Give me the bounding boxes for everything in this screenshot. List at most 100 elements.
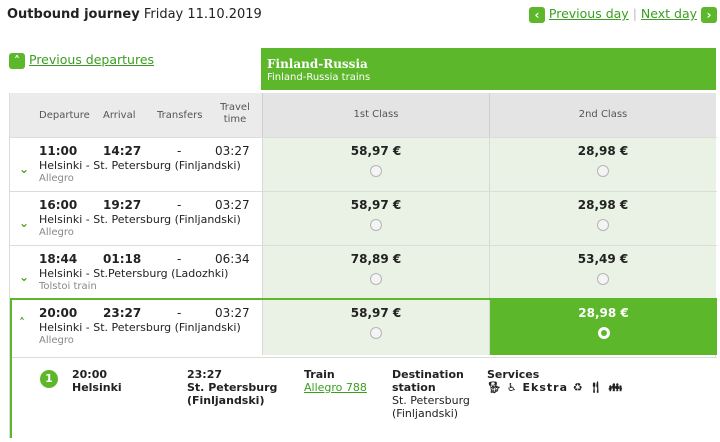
radio-2nd-class[interactable]: [597, 219, 609, 231]
departures-table: Departure Arrival Transfers Travel time …: [9, 93, 717, 438]
chevron-up-icon[interactable]: ˄: [9, 52, 25, 69]
col-travel-time: Travel time: [220, 102, 250, 125]
radio-1st-class[interactable]: [370, 327, 382, 339]
train-label: Train: [304, 368, 335, 381]
journey-cell[interactable]: ⌄ 16:00 19:27 - 03:27 Helsinki - St. Pet…: [10, 192, 262, 245]
price-value: 58,97 €: [350, 198, 402, 212]
chevron-up-icon[interactable]: ˄: [19, 316, 25, 330]
selected-departure: ˄ 20:00 23:27 - 03:27 Helsinki - St. Pet…: [10, 298, 717, 438]
departure-time: 16:00: [39, 198, 78, 212]
chevron-down-icon[interactable]: ⌄: [19, 270, 29, 284]
page-title: Outbound journey Friday 11.10.2019: [7, 7, 262, 22]
price-2nd-class[interactable]: 28,98 €: [489, 192, 716, 245]
price-value: 28,98 €: [578, 306, 629, 320]
route: Helsinki - St. Petersburg (Finljandski): [39, 159, 241, 172]
leg-departure: 20:00 Helsinki: [72, 368, 122, 394]
col-transfers: Transfers: [157, 110, 203, 121]
price-2nd-class-selected[interactable]: 28,98 €: [489, 300, 717, 355]
train-name: Tolstoi train: [39, 281, 97, 292]
banner-title: Finland-Russia: [267, 57, 368, 71]
family-icon: 👪︎: [608, 381, 624, 394]
divider: |: [632, 6, 637, 21]
leg-departure-time: 20:00: [72, 368, 108, 381]
travel-time: 03:27: [215, 198, 250, 212]
previous-departures[interactable]: ˄ Previous departures: [9, 52, 154, 69]
travel-time: 03:27: [215, 306, 250, 320]
price-1st-class[interactable]: 58,97 €: [262, 300, 489, 355]
journey-title: Outbound journey: [7, 7, 140, 22]
route: Helsinki - St. Petersburg (Finljandski): [39, 321, 241, 334]
departure-time: 20:00: [39, 306, 78, 320]
price-value: 78,89 €: [350, 252, 402, 266]
journey-cell[interactable]: ⌄ 18:44 01:18 - 06:34 Helsinki - St.Pete…: [10, 246, 262, 299]
arrival-time: 23:27: [103, 306, 142, 320]
leg-arrival-time: 23:27: [187, 368, 223, 381]
price-1st-class[interactable]: 58,97 €: [262, 192, 489, 245]
train-name: Allegro: [39, 173, 74, 184]
radio-1st-class[interactable]: [370, 273, 382, 285]
col-first-class: 1st Class: [353, 109, 399, 120]
departure-time: 18:44: [39, 252, 78, 266]
price-1st-class[interactable]: 78,89 €: [262, 246, 489, 299]
travel-time: 06:34: [215, 252, 250, 266]
price-value: 58,97 €: [350, 306, 402, 320]
destination-label: Destination station: [392, 368, 464, 394]
chevron-down-icon[interactable]: ⌄: [19, 162, 29, 176]
arrival-time: 01:18: [103, 252, 142, 266]
leg-destination: Destination station St. Petersburg (Finl…: [392, 368, 487, 420]
journey-date: Friday 11.10.2019: [143, 7, 262, 22]
journey-cell[interactable]: ˄ 20:00 23:27 - 03:27 Helsinki - St. Pet…: [12, 300, 262, 355]
wheelchair-icon: ♿︎: [506, 381, 518, 394]
route: Helsinki - St.Petersburg (Ladozhki): [39, 267, 229, 280]
chevron-right-icon[interactable]: ›: [701, 6, 717, 23]
transfers: -: [177, 252, 182, 266]
table-row[interactable]: ⌄ 18:44 01:18 - 06:34 Helsinki - St.Pete…: [10, 245, 717, 299]
previous-departures-link[interactable]: Previous departures: [29, 52, 154, 67]
route: Helsinki - St. Petersburg (Finljandski): [39, 213, 241, 226]
route-banner: Finland-Russia Finland-Russia trains: [261, 48, 716, 90]
table-row[interactable]: ⌄ 11:00 14:27 - 03:27 Helsinki - St. Pet…: [10, 137, 717, 191]
journey-cell[interactable]: ⌄ 11:00 14:27 - 03:27 Helsinki - St. Pet…: [10, 138, 262, 191]
radio-2nd-class[interactable]: [597, 165, 609, 177]
leg-departure-station: Helsinki: [72, 381, 122, 394]
radio-2nd-class[interactable]: [597, 273, 609, 285]
arrival-time: 14:27: [103, 144, 142, 158]
col-departure: Departure: [39, 110, 90, 121]
chevron-left-icon[interactable]: ‹: [528, 6, 545, 23]
table-row-selected[interactable]: ˄ 20:00 23:27 - 03:27 Helsinki - St. Pet…: [12, 300, 717, 355]
ekstra-icon: Ekstra: [522, 381, 569, 394]
leg-arrival: 23:27 St. Petersburg (Finljandski): [187, 368, 287, 407]
radio-1st-class[interactable]: [370, 219, 382, 231]
transfers: -: [177, 144, 182, 158]
col-arrival: Arrival: [103, 110, 136, 121]
chevron-down-icon[interactable]: ⌄: [19, 216, 29, 230]
column-header-2nd-class: 2nd Class: [489, 93, 716, 137]
travel-time: 03:27: [215, 144, 250, 158]
train-name: Allegro: [39, 227, 74, 238]
price-value: 58,97 €: [350, 144, 402, 158]
services-icons: 🐕︎ ♿︎ Ekstra ♻︎ 🍴︎ 👪︎: [487, 381, 623, 394]
transfers: -: [177, 198, 182, 212]
leg-train: Train Allegro 788: [304, 368, 367, 394]
table-row[interactable]: ⌄ 16:00 19:27 - 03:27 Helsinki - St. Pet…: [10, 191, 717, 245]
eco-icon: ♻︎: [572, 381, 584, 394]
previous-day-link[interactable]: Previous day: [549, 6, 629, 21]
transfers: -: [177, 306, 182, 320]
banner-subtitle: Finland-Russia trains: [267, 72, 371, 83]
pet-icon: 🐕︎: [487, 381, 502, 394]
next-day-link[interactable]: Next day: [641, 6, 697, 21]
day-navigation: ‹ Previous day | Next day ›: [528, 6, 717, 23]
col-second-class: 2nd Class: [578, 109, 628, 120]
price-2nd-class[interactable]: 28,98 €: [489, 138, 716, 191]
journey-details: 1 20:00 Helsinki 23:27 St. Petersburg (F…: [12, 357, 717, 438]
price-value: 28,98 €: [577, 144, 629, 158]
departure-time: 11:00: [39, 144, 78, 158]
price-1st-class[interactable]: 58,97 €: [262, 138, 489, 191]
train-link[interactable]: Allegro 788: [304, 381, 367, 394]
radio-1st-class[interactable]: [370, 165, 382, 177]
restaurant-icon: 🍴︎: [588, 381, 604, 394]
price-value: 28,98 €: [577, 198, 629, 212]
column-header-1st-class: 1st Class: [262, 93, 489, 137]
radio-2nd-class-selected[interactable]: [597, 327, 610, 339]
price-2nd-class[interactable]: 53,49 €: [489, 246, 716, 299]
